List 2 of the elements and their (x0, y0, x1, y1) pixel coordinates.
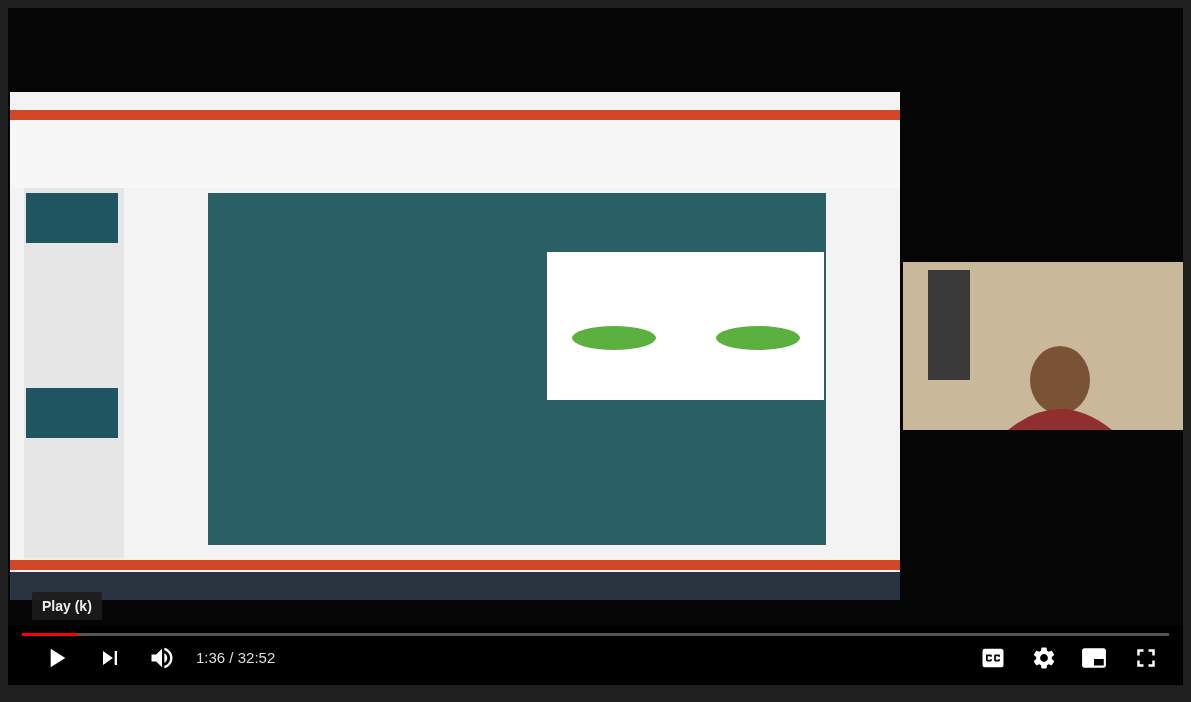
tooltip: Play (k) (32, 592, 102, 620)
time-display: 1:36 / 32:52 (196, 649, 276, 666)
